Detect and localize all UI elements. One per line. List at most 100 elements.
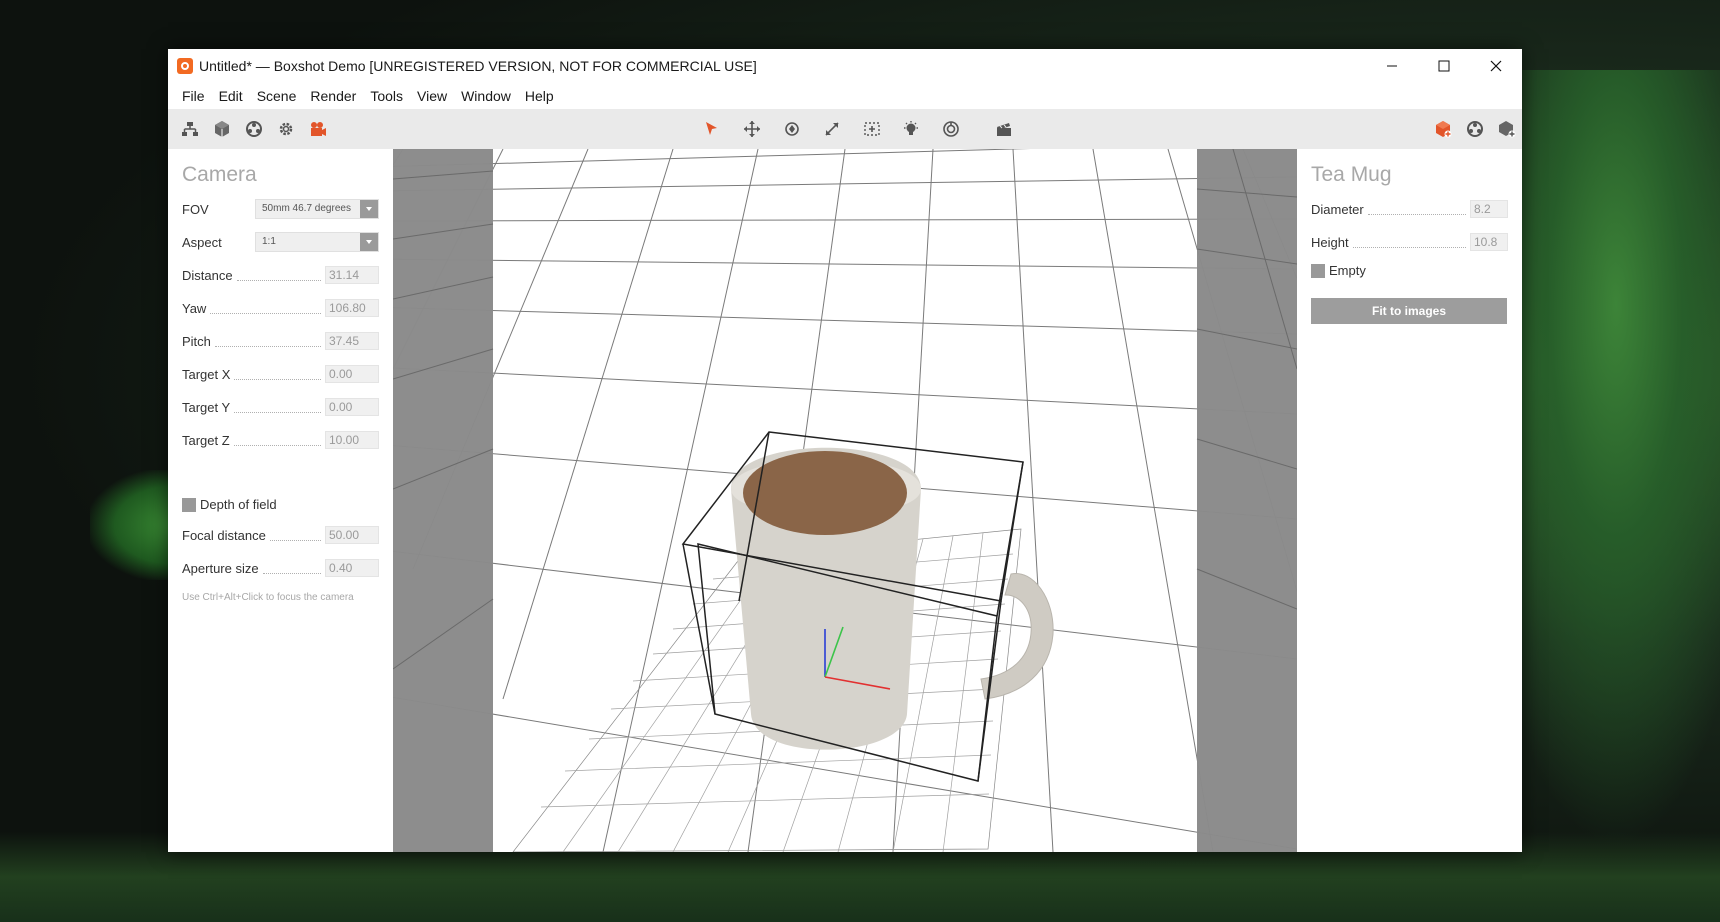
toolbar <box>168 109 1522 149</box>
menu-render[interactable]: Render <box>303 88 363 104</box>
material-sphere-icon <box>246 121 262 137</box>
object-panel-title: Tea Mug <box>1311 163 1392 186</box>
aspect-select[interactable]: 1:1 <box>255 232 379 252</box>
3d-viewport[interactable] <box>393 149 1297 852</box>
yaw-row: Yaw 106.80 <box>182 298 379 318</box>
scene-tree-icon <box>182 122 198 136</box>
menu-scene[interactable]: Scene <box>250 88 304 104</box>
frame-right-mask <box>1197 149 1297 852</box>
camera-panel-title: Camera <box>182 163 257 186</box>
light-button[interactable] <box>897 115 925 143</box>
menu-help[interactable]: Help <box>518 88 561 104</box>
aperture-size-field[interactable]: 0.40 <box>325 559 379 577</box>
target-z-row: Target Z 10.00 <box>182 430 379 450</box>
title-bar[interactable]: Untitled* — Boxshot Demo [UNREGISTERED V… <box>168 49 1522 82</box>
object-panel: Tea Mug Diameter 8.2 Height 10.8 Empty F… <box>1297 149 1522 852</box>
light-bulb-icon <box>904 121 918 135</box>
menu-edit[interactable]: Edit <box>212 88 250 104</box>
menu-window[interactable]: Window <box>454 88 518 104</box>
target-y-row: Target Y 0.00 <box>182 397 379 417</box>
target-y-field[interactable]: 0.00 <box>325 398 379 416</box>
depth-of-field-checkbox[interactable] <box>182 497 196 512</box>
render-button[interactable] <box>990 115 1018 143</box>
move-tool-button[interactable] <box>738 115 766 143</box>
distance-field[interactable]: 31.14 <box>325 266 379 284</box>
close-button[interactable] <box>1470 49 1522 82</box>
target-z-field[interactable]: 10.00 <box>325 431 379 449</box>
target-y-label: Target Y <box>182 399 231 415</box>
toolbar-transform-group <box>696 109 888 149</box>
leader-dots <box>1352 237 1466 248</box>
environment-button[interactable] <box>937 115 965 143</box>
scene-tree-button[interactable] <box>176 115 204 143</box>
rotate-tool-button[interactable] <box>778 115 806 143</box>
empty-toggle[interactable]: Empty <box>1311 263 1366 278</box>
focal-distance-label: Focal distance <box>182 527 266 543</box>
pitch-field[interactable]: 37.45 <box>325 332 379 350</box>
select-arrow-icon <box>706 122 717 135</box>
add-object-icon <box>1499 121 1516 138</box>
environment-icon <box>943 121 959 137</box>
materials-button[interactable] <box>240 115 268 143</box>
height-field[interactable]: 10.8 <box>1470 233 1508 251</box>
maximize-button[interactable] <box>1418 49 1470 82</box>
target-x-field[interactable]: 0.00 <box>325 365 379 383</box>
add-shape-button[interactable] <box>1429 115 1457 143</box>
yaw-field[interactable]: 106.80 <box>325 299 379 317</box>
select-tool-button[interactable] <box>698 115 726 143</box>
minimize-button[interactable] <box>1366 49 1418 82</box>
leader-dots <box>233 435 321 446</box>
toolbar-render-group <box>988 109 1020 149</box>
aspect-label: Aspect <box>182 234 222 250</box>
fit-to-images-button[interactable]: Fit to images <box>1311 298 1507 324</box>
depth-of-field-label: Depth of field <box>200 497 277 512</box>
scale-tool-button[interactable] <box>818 115 846 143</box>
chevron-down-icon <box>360 200 378 218</box>
fov-row: FOV 50mm 46.7 degrees <box>182 199 379 219</box>
chevron-down-icon <box>360 233 378 251</box>
viewport-scene[interactable] <box>393 149 1297 852</box>
focal-distance-field[interactable]: 50.00 <box>325 526 379 544</box>
height-label: Height <box>1311 234 1349 250</box>
aspect-row: Aspect 1:1 <box>182 232 379 252</box>
camera-button[interactable] <box>304 115 332 143</box>
add-material-button[interactable] <box>1461 115 1489 143</box>
mug-coffee <box>743 451 907 535</box>
leader-dots <box>269 530 321 541</box>
frame-left-mask <box>393 149 493 852</box>
leader-dots <box>214 336 321 347</box>
cube-icon <box>215 121 229 137</box>
settings-gear-icon <box>279 122 293 136</box>
depth-of-field-toggle[interactable]: Depth of field <box>182 497 277 512</box>
target-z-label: Target Z <box>182 432 230 448</box>
fit-tool-button[interactable] <box>858 115 886 143</box>
add-object-button[interactable] <box>1493 115 1521 143</box>
diameter-row: Diameter 8.2 <box>1311 199 1508 219</box>
aperture-size-row: Aperture size 0.40 <box>182 558 379 578</box>
aperture-size-label: Aperture size <box>182 560 259 576</box>
empty-checkbox[interactable] <box>1311 263 1325 278</box>
focal-distance-row: Focal distance 50.00 <box>182 525 379 545</box>
leader-dots <box>234 369 321 380</box>
distance-label: Distance <box>182 267 233 283</box>
add-material-icon <box>1467 121 1483 137</box>
menu-view[interactable]: View <box>410 88 454 104</box>
settings-button[interactable] <box>272 115 300 143</box>
fov-select[interactable]: 50mm 46.7 degrees <box>255 199 379 219</box>
fov-select-value: 50mm 46.7 degrees <box>262 203 351 214</box>
menu-file[interactable]: File <box>175 88 212 104</box>
app-logo-icon <box>177 57 193 74</box>
objects-button[interactable] <box>208 115 236 143</box>
distance-row: Distance 31.14 <box>182 265 379 285</box>
window-controls <box>1366 49 1522 82</box>
diameter-field[interactable]: 8.2 <box>1470 200 1508 218</box>
camera-panel: Camera FOV 50mm 46.7 degrees Aspect 1:1 … <box>168 149 393 852</box>
fov-label: FOV <box>182 201 209 217</box>
aspect-select-value: 1:1 <box>262 236 276 247</box>
menu-tools[interactable]: Tools <box>363 88 410 104</box>
main-area: Camera FOV 50mm 46.7 degrees Aspect 1:1 … <box>168 149 1522 852</box>
window-title: Untitled* — Boxshot Demo [UNREGISTERED V… <box>199 57 757 74</box>
toolbar-light-group <box>895 109 967 149</box>
toolbar-left-group <box>174 109 334 149</box>
move-icon <box>744 121 760 137</box>
